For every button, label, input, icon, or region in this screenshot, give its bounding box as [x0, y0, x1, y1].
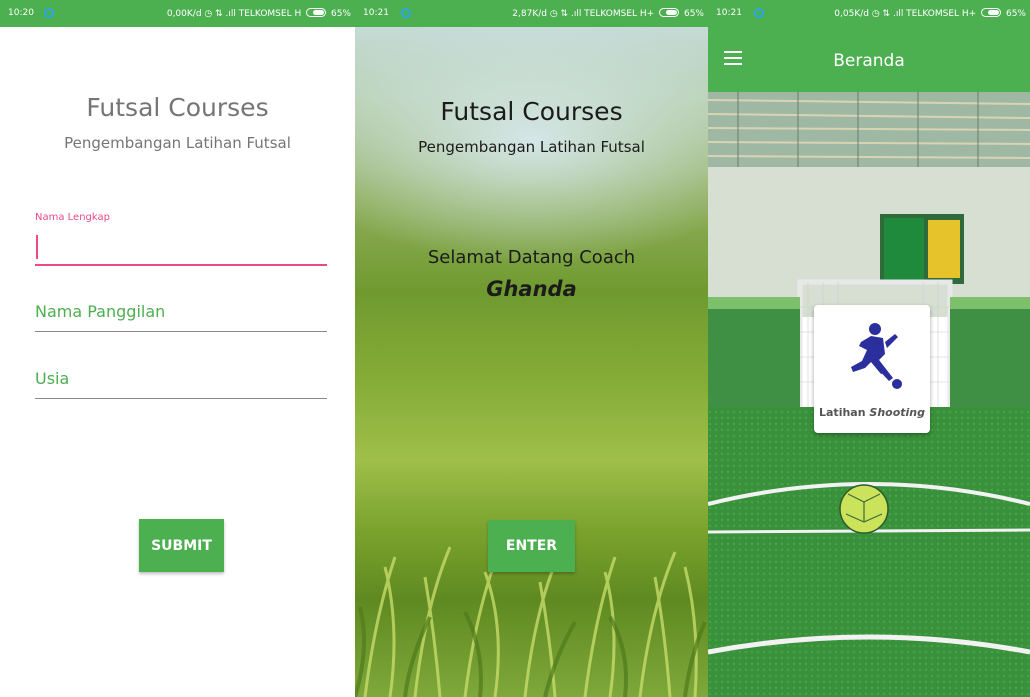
field-underline	[35, 398, 327, 399]
submit-button[interactable]: SUBMIT	[139, 519, 224, 572]
sync-icon	[401, 8, 411, 18]
status-bar: 10:21 0,05K/d ◷ ⇅ .ıll TELKOMSEL H+ 65%	[708, 0, 1030, 27]
registration-screen: 10:20 0,00K/d ◷ ⇅ .ıll TELKOMSEL H 65% F…	[0, 0, 355, 697]
sync-icon	[754, 8, 764, 18]
age-field[interactable]: Usia	[35, 369, 327, 399]
app-subtitle: Pengembangan Latihan Futsal	[418, 138, 645, 156]
welcome-text: Selamat Datang Coach	[427, 247, 636, 268]
status-bar: 10:20 0,00K/d ◷ ⇅ .ıll TELKOMSEL H 65%	[0, 0, 355, 27]
sync-icon	[44, 8, 54, 18]
home-screen: 10:21 0,05K/d ◷ ⇅ .ıll TELKOMSEL H+ 65% …	[708, 0, 1030, 697]
nickname-placeholder: Nama Panggilan	[35, 302, 166, 321]
field-underline	[35, 264, 327, 266]
welcome-screen: 10:21 2,87K/d ◷ ⇅ .ıll TELKOMSEL H+ 65% …	[355, 0, 708, 697]
battery-icon	[306, 8, 327, 17]
coach-name: Ghanda	[486, 277, 577, 301]
status-bar: 10:21 2,87K/d ◷ ⇅ .ıll TELKOMSEL H+ 65%	[355, 0, 708, 27]
full-name-label: Nama Lengkap	[35, 212, 110, 223]
status-time: 10:21	[363, 8, 389, 18]
app-bar: Beranda	[708, 27, 1030, 92]
status-info: 0,05K/d ◷ ⇅ .ıll TELKOMSEL H+	[834, 9, 977, 19]
status-info: 0,00K/d ◷ ⇅ .ıll TELKOMSEL H	[166, 9, 302, 19]
status-time: 10:20	[8, 8, 34, 18]
nickname-field[interactable]: Nama Panggilan	[35, 302, 327, 332]
app-title: Futsal Courses	[86, 93, 269, 122]
enter-button[interactable]: ENTER	[488, 520, 575, 572]
battery-icon	[981, 8, 1002, 17]
card-label: Latihan Shooting	[814, 406, 930, 419]
card-label-plain: Latihan	[819, 406, 866, 419]
age-placeholder: Usia	[35, 369, 70, 388]
battery-level: 65%	[330, 9, 351, 19]
card-label-italic: Shooting	[869, 406, 925, 419]
soccer-kick-icon	[851, 323, 902, 389]
battery-level: 65%	[1005, 9, 1026, 19]
full-name-field[interactable]	[35, 234, 327, 266]
page-title: Beranda	[833, 51, 905, 71]
field-underline	[35, 331, 327, 332]
battery-icon	[659, 8, 680, 17]
status-time: 10:21	[716, 8, 742, 18]
battery-level: 65%	[683, 9, 704, 19]
status-right: 2,87K/d ◷ ⇅ .ıll TELKOMSEL H+ 65%	[512, 8, 704, 19]
app-subtitle: Pengembangan Latihan Futsal	[64, 134, 291, 152]
status-right: 0,00K/d ◷ ⇅ .ıll TELKOMSEL H 65%	[167, 8, 351, 19]
app-title: Futsal Courses	[440, 97, 623, 126]
full-name-input[interactable]	[35, 234, 327, 262]
shooting-menu-card[interactable]: Latihan Shooting	[814, 305, 930, 433]
status-info: 2,87K/d ◷ ⇅ .ıll TELKOMSEL H+	[512, 9, 655, 19]
status-right: 0,05K/d ◷ ⇅ .ıll TELKOMSEL H+ 65%	[834, 8, 1026, 19]
